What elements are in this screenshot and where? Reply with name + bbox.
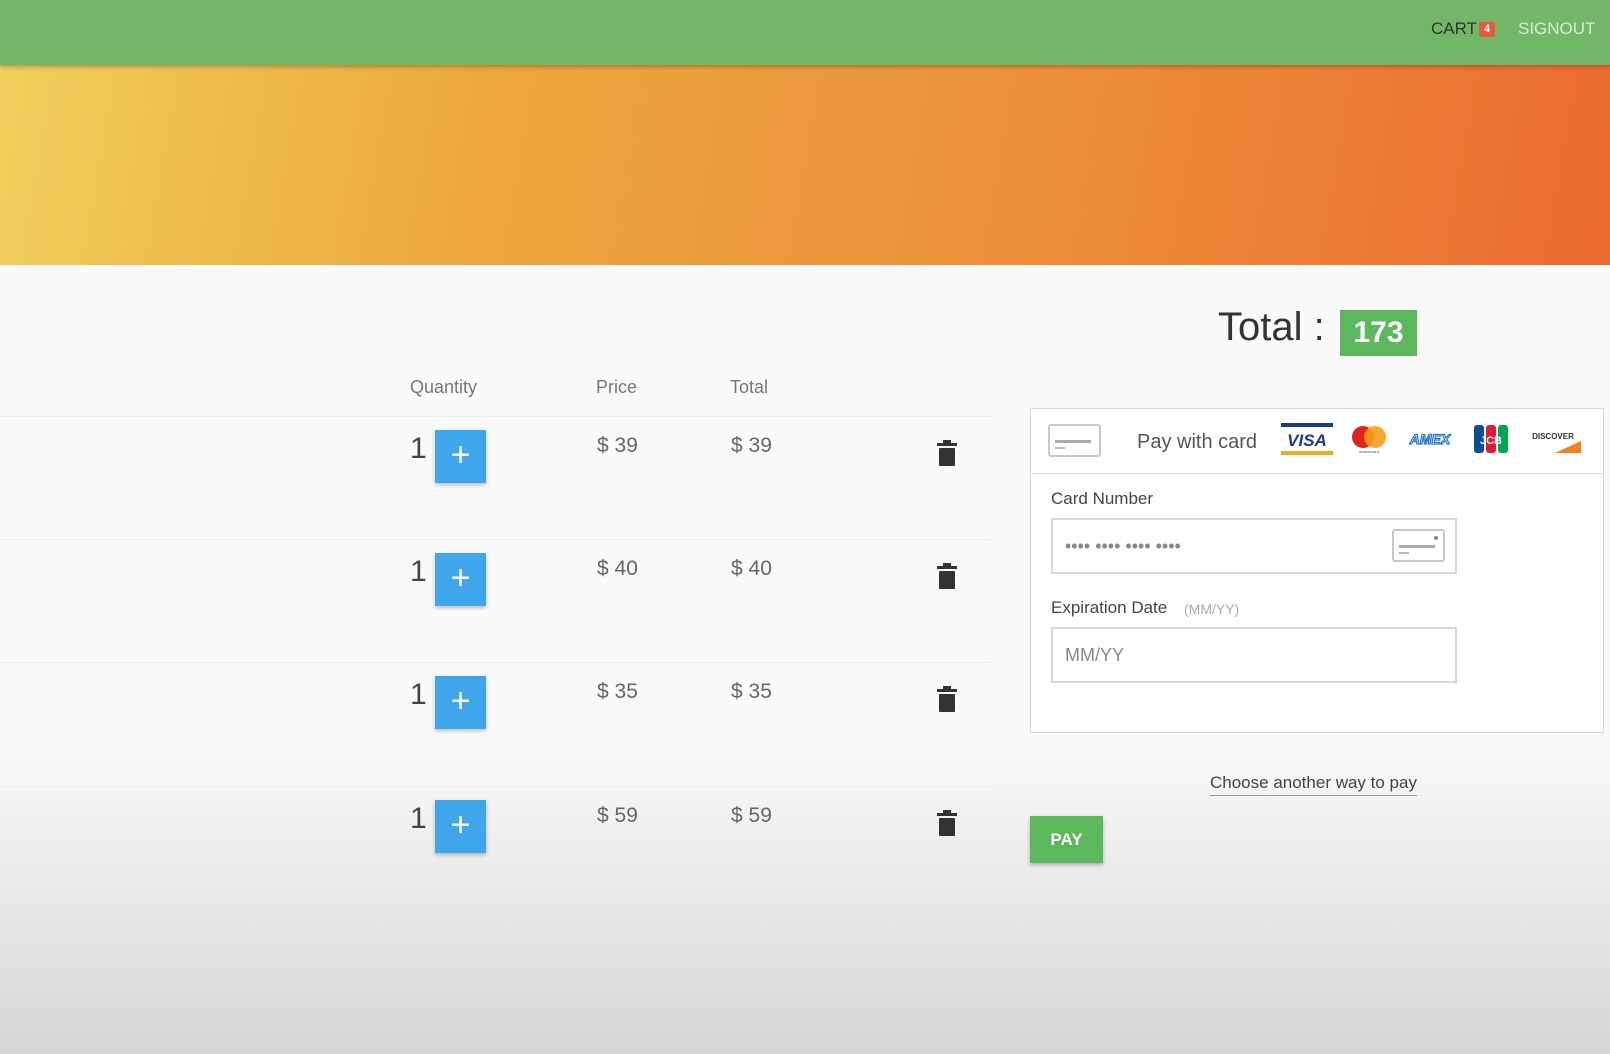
visa-logo-text: VISA <box>1287 431 1327 450</box>
card-payment-panel: Pay with card VISA mastercard AMEX JCB D… <box>1030 408 1604 733</box>
increase-quantity-button[interactable]: + <box>435 676 486 729</box>
price-cell: $ 40 <box>597 557 638 580</box>
total-cell: $ 39 <box>731 434 772 457</box>
row-divider <box>0 539 990 540</box>
row-divider <box>0 662 990 663</box>
quantity-value: 1 <box>410 555 427 588</box>
trash-icon[interactable] <box>937 810 957 836</box>
quantity-value: 1 <box>410 432 427 465</box>
mastercard-logo-text: mastercard <box>1359 449 1379 454</box>
row-divider <box>0 416 990 417</box>
credit-card-icon <box>1392 529 1445 562</box>
price-cell: $ 59 <box>597 804 638 827</box>
total-label: Total : <box>1218 305 1325 349</box>
trash-icon[interactable] <box>937 563 957 589</box>
increase-quantity-button[interactable]: + <box>435 800 486 853</box>
trash-icon[interactable] <box>937 686 957 712</box>
total-value-badge: 173 <box>1340 310 1417 356</box>
cart-link[interactable]: CART <box>1431 19 1477 39</box>
choose-another-payment-link[interactable]: Choose another way to pay <box>1210 773 1417 796</box>
total-cell: $ 40 <box>731 557 772 580</box>
card-number-label: Card Number <box>1051 489 1154 508</box>
total-column-header: Total <box>730 377 769 397</box>
quantity-column-header: Quantity <box>410 377 478 397</box>
credit-card-icon <box>1048 424 1101 457</box>
discover-logo-text: DISCOVER <box>1532 432 1574 441</box>
total-cell: $ 59 <box>731 804 772 827</box>
hero-banner <box>0 65 1610 265</box>
discover-logo-icon: DISCOVER <box>1532 432 1581 453</box>
quantity-value: 1 <box>410 802 427 835</box>
mastercard-logo-icon: mastercard <box>1352 426 1386 454</box>
increase-quantity-button[interactable]: + <box>435 553 486 606</box>
cart-count-badge: 4 <box>1479 22 1495 37</box>
price-cell: $ 39 <box>597 434 638 457</box>
signout-link[interactable]: SIGNOUT <box>1518 19 1595 39</box>
expiration-date-input[interactable]: MM/YY <box>1051 627 1457 683</box>
amex-logo-icon: AMEX <box>1408 430 1452 447</box>
price-column-header: Price <box>596 377 638 397</box>
top-navbar: CART 4 SIGNOUT <box>0 0 1610 65</box>
increase-quantity-button[interactable]: + <box>435 430 486 483</box>
card-payment-header: Pay with card VISA mastercard AMEX JCB D… <box>1031 409 1603 474</box>
jcb-logo-text: JCB <box>1480 435 1502 447</box>
expiration-format-hint: (MM/YY) <box>1184 601 1240 617</box>
pay-button[interactable]: PAY <box>1030 816 1103 863</box>
price-cell: $ 35 <box>597 680 638 703</box>
quantity-value: 1 <box>410 678 427 711</box>
visa-logo-icon: VISA <box>1281 423 1333 455</box>
amex-logo-text: AMEX <box>1409 431 1452 447</box>
pay-with-card-label: Pay with card <box>1137 431 1258 453</box>
expiration-date-label: Expiration Date <box>1051 598 1168 617</box>
row-divider <box>0 786 990 787</box>
total-cell: $ 35 <box>731 680 772 703</box>
jcb-logo-icon: JCB <box>1474 425 1508 453</box>
trash-icon[interactable] <box>937 440 957 466</box>
